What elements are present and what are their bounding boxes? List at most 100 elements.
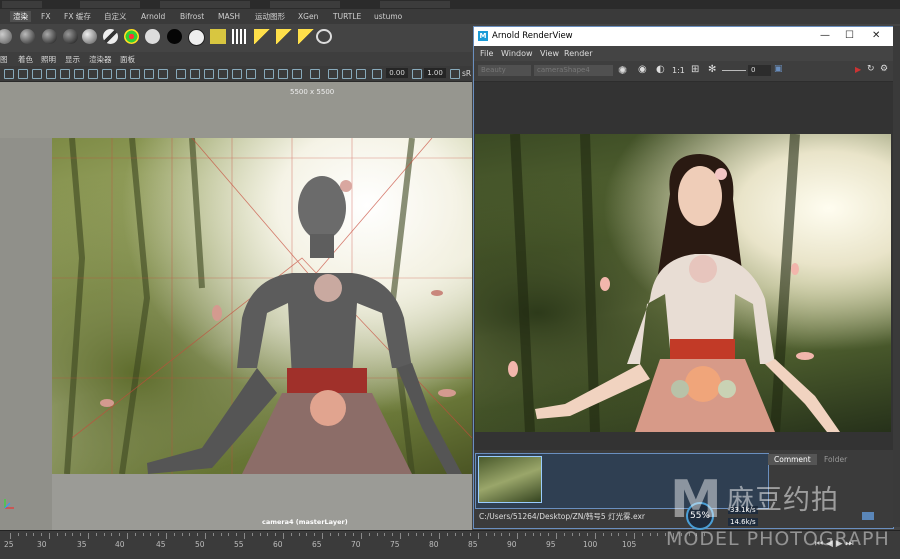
light-icon[interactable] bbox=[254, 29, 270, 44]
safe-title-icon[interactable] bbox=[144, 69, 154, 79]
shelf-tab-turtle[interactable]: TURTLE bbox=[333, 11, 361, 22]
rgb-icon[interactable]: ◉ bbox=[638, 64, 647, 75]
depth-of-field-icon[interactable] bbox=[310, 69, 320, 79]
gamma-field[interactable]: 1.00 bbox=[424, 68, 446, 78]
black-shader-icon[interactable] bbox=[167, 29, 182, 44]
colorspace-label[interactable]: sR bbox=[462, 69, 471, 78]
aov-dropdown[interactable]: Beauty bbox=[478, 65, 531, 76]
window-titlebar[interactable]: M Arnold RenderView — ☐ ✕ bbox=[474, 27, 893, 46]
shelf-tab-render[interactable]: 渲染 bbox=[10, 11, 31, 22]
material-ball-icon[interactable] bbox=[42, 29, 57, 44]
camera-dropdown[interactable]: cameraShape4 bbox=[534, 65, 613, 76]
crop-region-icon[interactable]: ⊞ bbox=[691, 64, 699, 75]
motion-blur-icon[interactable] bbox=[278, 69, 288, 79]
axis-gizmo-icon bbox=[4, 499, 14, 509]
default-material-icon[interactable] bbox=[204, 69, 214, 79]
shelf-tab-xgen[interactable]: XGen bbox=[298, 11, 318, 22]
exposure-field[interactable]: 0.00 bbox=[386, 68, 408, 78]
exposure-icon[interactable] bbox=[372, 69, 382, 79]
toolbar-block[interactable] bbox=[160, 1, 250, 8]
shelf-tab-mash[interactable]: MASH bbox=[218, 11, 240, 22]
shelf-tab-arnold[interactable]: Arnold bbox=[141, 11, 165, 22]
render-sun-icon[interactable]: ✺ bbox=[618, 64, 627, 77]
film-gate-icon[interactable] bbox=[74, 69, 84, 79]
color-management-icon[interactable] bbox=[450, 69, 460, 79]
menu-window[interactable]: Window bbox=[501, 49, 533, 58]
grid-icon[interactable] bbox=[60, 69, 70, 79]
material-ball-icon[interactable] bbox=[20, 29, 35, 44]
toolbar-block[interactable] bbox=[270, 1, 340, 8]
material-ball-icon[interactable] bbox=[63, 29, 78, 44]
anti-aliasing-icon[interactable] bbox=[292, 69, 302, 79]
spot-light-icon[interactable] bbox=[298, 29, 314, 44]
xray-icon[interactable] bbox=[328, 69, 338, 79]
select-camera-icon[interactable] bbox=[4, 69, 14, 79]
menu-file[interactable]: File bbox=[480, 49, 493, 58]
camera-attributes-icon[interactable] bbox=[18, 69, 28, 79]
ambient-occlusion-icon[interactable] bbox=[264, 69, 274, 79]
shelf-tab-fx[interactable]: FX bbox=[41, 11, 50, 22]
panel-menu-shading[interactable]: 着色 bbox=[18, 54, 33, 65]
minimize-button[interactable]: — bbox=[820, 30, 830, 41]
safe-action-icon[interactable] bbox=[130, 69, 140, 79]
textured-icon[interactable] bbox=[218, 69, 228, 79]
tick-mark bbox=[150, 533, 152, 536]
colorspace-icon[interactable]: ▣ bbox=[774, 64, 783, 74]
white-shader-icon[interactable] bbox=[145, 29, 160, 44]
stop-render-icon[interactable]: ▶ bbox=[855, 65, 861, 74]
material-ball-icon[interactable] bbox=[82, 29, 97, 44]
shelf-tab-motion-graphics[interactable]: 运动图形 bbox=[255, 11, 285, 22]
settings-gear-icon[interactable]: ⚙ bbox=[880, 64, 888, 74]
snapshot-strip[interactable] bbox=[475, 453, 769, 509]
panel-menu-show[interactable]: 显示 bbox=[65, 54, 80, 65]
isolate-icon[interactable] bbox=[158, 69, 168, 79]
shadows-icon[interactable] bbox=[246, 69, 256, 79]
viewport[interactable]: 5500 x 5500 camera4 (masterLayer) bbox=[0, 82, 472, 530]
tab-comment[interactable]: Comment bbox=[768, 454, 817, 465]
resolution-gate-icon[interactable] bbox=[88, 69, 98, 79]
snapshot-settings-button[interactable] bbox=[862, 512, 874, 520]
area-light-icon[interactable] bbox=[276, 29, 292, 44]
shelf-tab-bifrost[interactable]: Bifrost bbox=[180, 11, 204, 22]
target-icon[interactable] bbox=[316, 29, 332, 44]
refresh-icon[interactable]: ↻ bbox=[867, 64, 875, 74]
image-plane-icon[interactable] bbox=[46, 69, 56, 79]
gate-mask-icon[interactable] bbox=[102, 69, 112, 79]
exposure-slider[interactable] bbox=[722, 70, 746, 71]
panel-menu-lighting[interactable]: 照明 bbox=[41, 54, 56, 65]
smooth-shade-icon[interactable] bbox=[190, 69, 200, 79]
lights-icon[interactable] bbox=[232, 69, 242, 79]
bookmark-icon[interactable] bbox=[32, 69, 42, 79]
shelf-tab-ustumo[interactable]: ustumo bbox=[374, 11, 402, 22]
maximize-button[interactable]: ☐ bbox=[845, 30, 854, 41]
exposure-icon[interactable]: ✻ bbox=[708, 64, 716, 75]
panel-menu-renderer[interactable]: 渲染器 bbox=[89, 54, 112, 65]
tab-folder[interactable]: Folder bbox=[818, 454, 853, 465]
xray-joints-icon[interactable] bbox=[342, 69, 352, 79]
shelf-tab-fx-cache[interactable]: FX 缓存 bbox=[64, 11, 91, 22]
channel-icon[interactable]: ◐ bbox=[656, 64, 665, 75]
color-shader-icon[interactable] bbox=[124, 29, 139, 44]
gamma-icon[interactable] bbox=[412, 69, 422, 79]
render-display-area[interactable] bbox=[474, 82, 893, 450]
field-chart-icon[interactable] bbox=[116, 69, 126, 79]
panel-menu-view[interactable]: 图 bbox=[0, 54, 8, 65]
render-sequence-icon[interactable] bbox=[232, 29, 248, 44]
close-button[interactable]: ✕ bbox=[872, 30, 880, 41]
menu-view[interactable]: View bbox=[540, 49, 559, 58]
exposure-field[interactable]: 0 bbox=[748, 65, 771, 76]
wireframe-icon[interactable] bbox=[176, 69, 186, 79]
toolbar-block[interactable] bbox=[380, 1, 450, 8]
snapshot-thumbnail[interactable] bbox=[478, 456, 542, 503]
menu-render[interactable]: Render bbox=[564, 49, 592, 58]
toolbar-block[interactable] bbox=[2, 1, 42, 8]
shelf-tab-custom[interactable]: 自定义 bbox=[104, 11, 127, 22]
white-outline-shader-icon[interactable] bbox=[188, 29, 205, 46]
panel-menu-panels[interactable]: 面板 bbox=[120, 54, 135, 65]
backface-icon[interactable] bbox=[356, 69, 366, 79]
material-ball-icon[interactable] bbox=[0, 29, 12, 44]
zoom-ratio[interactable]: 1:1 bbox=[672, 66, 685, 75]
striped-shader-icon[interactable] bbox=[103, 29, 118, 44]
toolbar-block[interactable] bbox=[80, 1, 140, 8]
render-settings-icon[interactable] bbox=[210, 29, 226, 44]
